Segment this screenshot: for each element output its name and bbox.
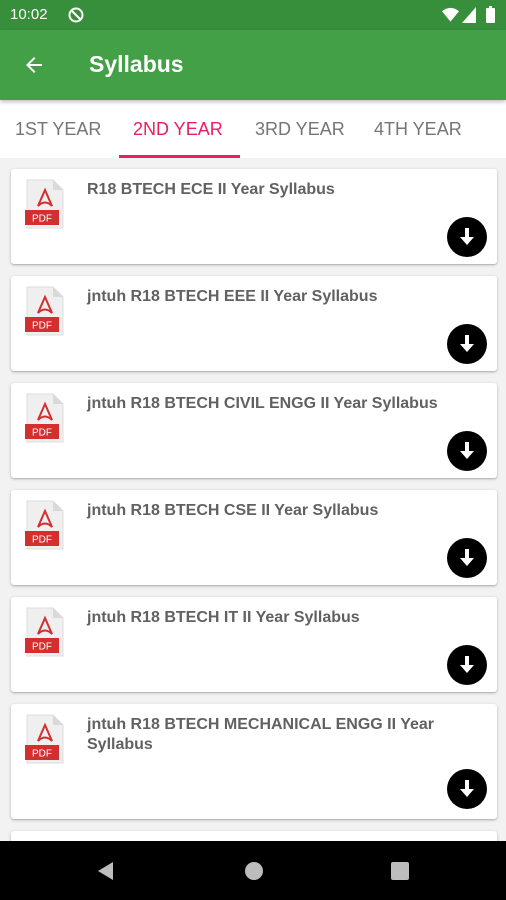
- syllabus-title: jntuh R18 BTECH CSE II Year Syllabus: [87, 502, 379, 519]
- syllabus-list: PDF R18 BTECH ECE II Year Syllabus PDF j…: [0, 158, 506, 841]
- syllabus-card[interactable]: PDF jntuh R18 BTECH CIVIL ENGG II Year S…: [11, 383, 497, 478]
- status-time: 10:02: [10, 6, 48, 23]
- download-button[interactable]: [447, 538, 487, 578]
- tab-2nd-year[interactable]: 2ND YEAR: [133, 119, 223, 140]
- arrow-back-icon[interactable]: [22, 53, 46, 77]
- pdf-file-icon: PDF: [25, 393, 64, 443]
- syllabus-card[interactable]: PDF jntuh R18 BTECH EEE II Year Syllabus: [11, 276, 497, 371]
- pdf-file-icon: PDF: [25, 714, 64, 764]
- download-button[interactable]: [447, 431, 487, 471]
- year-tabs: 1ST YEAR 2ND YEAR 3RD YEAR 4TH YEAR: [0, 100, 506, 158]
- tab-4th-year[interactable]: 4TH YEAR: [374, 119, 462, 140]
- download-icon: [460, 228, 474, 245]
- system-navigation-bar: [0, 841, 506, 900]
- syllabus-card[interactable]: PDF jntuh R18 BTECH CSE II Year Syllabus: [11, 490, 497, 585]
- do-not-disturb-icon: [68, 7, 84, 23]
- download-button[interactable]: [447, 645, 487, 685]
- tab-1st-year[interactable]: 1ST YEAR: [15, 119, 101, 140]
- download-button[interactable]: [447, 217, 487, 257]
- nav-home-icon[interactable]: [244, 861, 264, 881]
- download-button[interactable]: [447, 324, 487, 364]
- syllabus-title: jntuh R18 BTECH CIVIL ENGG II Year Sylla…: [87, 395, 438, 412]
- pdf-file-icon: PDF: [25, 500, 64, 550]
- app-bar: Syllabus: [0, 30, 506, 100]
- download-button[interactable]: [447, 769, 487, 809]
- download-icon: [460, 549, 474, 566]
- pdf-file-icon: PDF: [25, 179, 64, 229]
- cell-signal-icon: [462, 7, 476, 23]
- syllabus-title: jntuh R18 BTECH EEE II Year Syllabus: [87, 288, 378, 305]
- nav-recents-icon[interactable]: [391, 862, 409, 880]
- pdf-badge-label: PDF: [32, 749, 52, 760]
- pdf-badge-label: PDF: [32, 214, 52, 225]
- syllabus-title: jntuh R18 BTECH IT II Year Syllabus: [87, 609, 360, 626]
- download-icon: [460, 656, 474, 673]
- wifi-icon: [442, 7, 459, 22]
- download-icon: [460, 442, 474, 459]
- pdf-badge-label: PDF: [32, 535, 52, 546]
- syllabus-card[interactable]: PDF jntuh R18 BTECH MECHANICAL ENGG II Y…: [11, 704, 497, 819]
- syllabus-card-partial[interactable]: [11, 831, 497, 841]
- battery-icon: [486, 6, 495, 23]
- syllabus-title: R18 BTECH ECE II Year Syllabus: [87, 181, 335, 198]
- pdf-badge-label: PDF: [32, 321, 52, 332]
- status-bar: 10:02: [0, 0, 506, 30]
- download-icon: [460, 335, 474, 352]
- pdf-file-icon: PDF: [25, 286, 64, 336]
- syllabus-card[interactable]: PDF jntuh R18 BTECH IT II Year Syllabus: [11, 597, 497, 692]
- syllabus-card[interactable]: PDF R18 BTECH ECE II Year Syllabus: [11, 169, 497, 264]
- tab-3rd-year[interactable]: 3RD YEAR: [255, 119, 345, 140]
- pdf-badge-label: PDF: [32, 428, 52, 439]
- syllabus-title: jntuh R18 BTECH MECHANICAL ENGG II Year …: [87, 716, 435, 753]
- pdf-file-icon: PDF: [25, 607, 64, 657]
- pdf-badge-label: PDF: [32, 642, 52, 653]
- nav-back-icon[interactable]: [96, 861, 116, 881]
- download-icon: [460, 780, 474, 797]
- page-title: Syllabus: [89, 51, 184, 77]
